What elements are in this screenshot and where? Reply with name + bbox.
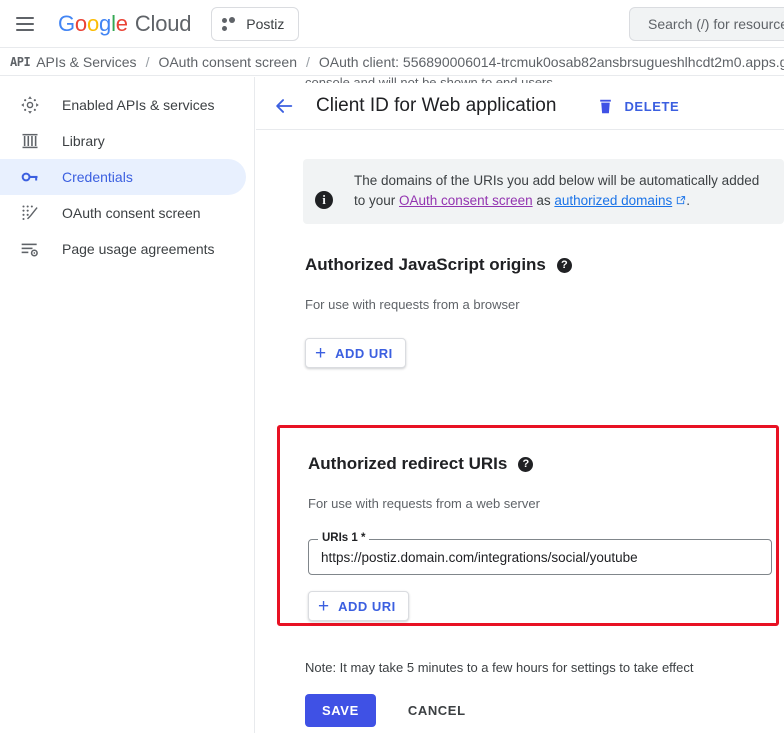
redirect-uris-section: Authorized redirect URIs ? For use with … <box>308 454 772 621</box>
javascript-origins-title: Authorized JavaScript origins <box>305 255 546 275</box>
save-button[interactable]: SAVE <box>305 694 376 727</box>
plus-icon: + <box>318 597 329 616</box>
help-icon[interactable]: ? <box>557 258 572 273</box>
redirect-uris-title-row: Authorized redirect URIs ? <box>308 454 772 474</box>
project-selector[interactable]: Postiz <box>211 7 299 41</box>
sidebar-item-label: Credentials <box>62 169 133 185</box>
google-cloud-logo[interactable]: Google Cloud <box>58 11 191 37</box>
breadcrumb: API APIs & Services / OAuth consent scre… <box>0 48 784 76</box>
sidebar-item-credentials[interactable]: Credentials <box>0 159 246 195</box>
oauth-consent-screen-link[interactable]: OAuth consent screen <box>399 193 533 208</box>
search-placeholder: Search (/) for resources, docs, products… <box>648 16 784 32</box>
info-icon: i <box>315 191 333 209</box>
redirect-uris-highlight-box: Authorized redirect URIs ? For use with … <box>277 425 779 626</box>
settings-effect-note: Note: It may take 5 minutes to a few hou… <box>305 660 694 675</box>
project-dots-icon <box>222 16 238 32</box>
javascript-origins-section: Authorized JavaScript origins ? For use … <box>305 255 572 368</box>
page-header: Client ID for Web application DELETE <box>256 83 784 129</box>
consent-check-icon <box>20 203 40 223</box>
delete-button[interactable]: DELETE <box>589 92 687 121</box>
library-icon <box>20 131 40 151</box>
top-app-bar: Google Cloud Postiz Search (/) for resou… <box>0 0 784 48</box>
sidebar-item-label: Enabled APIs & services <box>62 97 215 113</box>
external-link-icon <box>675 192 686 212</box>
header-divider <box>256 129 784 130</box>
add-uri-button-redirect-uris[interactable]: + ADD URI <box>308 591 409 621</box>
main-content: console and will not be shown to end use… <box>256 77 784 733</box>
breadcrumb-separator: / <box>306 54 310 70</box>
info-banner-text: The domains of the URIs you add below wi… <box>354 171 770 212</box>
form-actions: SAVE CANCEL <box>305 694 476 727</box>
add-uri-button-javascript-origins[interactable]: + ADD URI <box>305 338 406 368</box>
redirect-uris-subtitle: For use with requests from a web server <box>308 496 772 511</box>
agreements-gear-icon <box>20 239 40 259</box>
logo-cloud-word: Cloud <box>135 11 191 37</box>
info-text-after: . <box>686 193 690 208</box>
help-icon[interactable]: ? <box>518 457 533 472</box>
sidebar-item-label: OAuth consent screen <box>62 205 201 221</box>
sidebar-item-label: Page usage agreements <box>62 241 215 257</box>
sidebar-item-oauth-consent-screen[interactable]: OAuth consent screen <box>0 195 246 231</box>
sidebar-item-enabled-apis[interactable]: Enabled APIs & services <box>0 87 246 123</box>
redirect-uris-title: Authorized redirect URIs <box>308 454 507 474</box>
sidebar-item-label: Library <box>62 133 105 149</box>
info-text-middle: as <box>533 193 555 208</box>
plus-icon: + <box>315 344 326 363</box>
api-badge-icon: API <box>10 55 30 69</box>
back-arrow-icon[interactable] <box>272 94 296 118</box>
key-icon <box>20 167 40 187</box>
trash-icon <box>597 98 614 115</box>
breadcrumb-separator: / <box>146 54 150 70</box>
sidebar-item-page-usage-agreements[interactable]: Page usage agreements <box>0 231 246 267</box>
cancel-button[interactable]: CANCEL <box>398 695 476 726</box>
add-uri-label: ADD URI <box>338 599 396 614</box>
uri-input-field[interactable]: URIs 1 * https://postiz.domain.com/integ… <box>308 539 772 575</box>
info-banner: i The domains of the URIs you add below … <box>303 159 784 224</box>
uri-field-label: URIs 1 * <box>318 532 369 544</box>
breadcrumb-item-oauth-consent-screen[interactable]: OAuth consent screen <box>158 54 297 70</box>
authorized-domains-link[interactable]: authorized domains <box>554 193 672 208</box>
api-compass-icon <box>20 95 40 115</box>
search-input[interactable]: Search (/) for resources, docs, products… <box>629 7 784 41</box>
breadcrumb-item-apis-services[interactable]: APIs & Services <box>36 54 136 70</box>
javascript-origins-title-row: Authorized JavaScript origins ? <box>305 255 572 275</box>
uri-field-value: https://postiz.domain.com/integrations/s… <box>321 550 638 565</box>
sidebar-item-library[interactable]: Library <box>0 123 246 159</box>
project-name: Postiz <box>246 16 284 32</box>
sidebar-nav: Enabled APIs & services Library Credenti… <box>0 77 255 733</box>
page-title: Client ID for Web application <box>316 95 556 117</box>
delete-button-label: DELETE <box>624 99 679 114</box>
add-uri-label: ADD URI <box>335 346 393 361</box>
hamburger-menu-icon[interactable] <box>16 12 40 36</box>
javascript-origins-subtitle: For use with requests from a browser <box>305 297 572 312</box>
breadcrumb-item-oauth-client: OAuth client: 556890006014-trcmuk0osab82… <box>319 54 784 70</box>
